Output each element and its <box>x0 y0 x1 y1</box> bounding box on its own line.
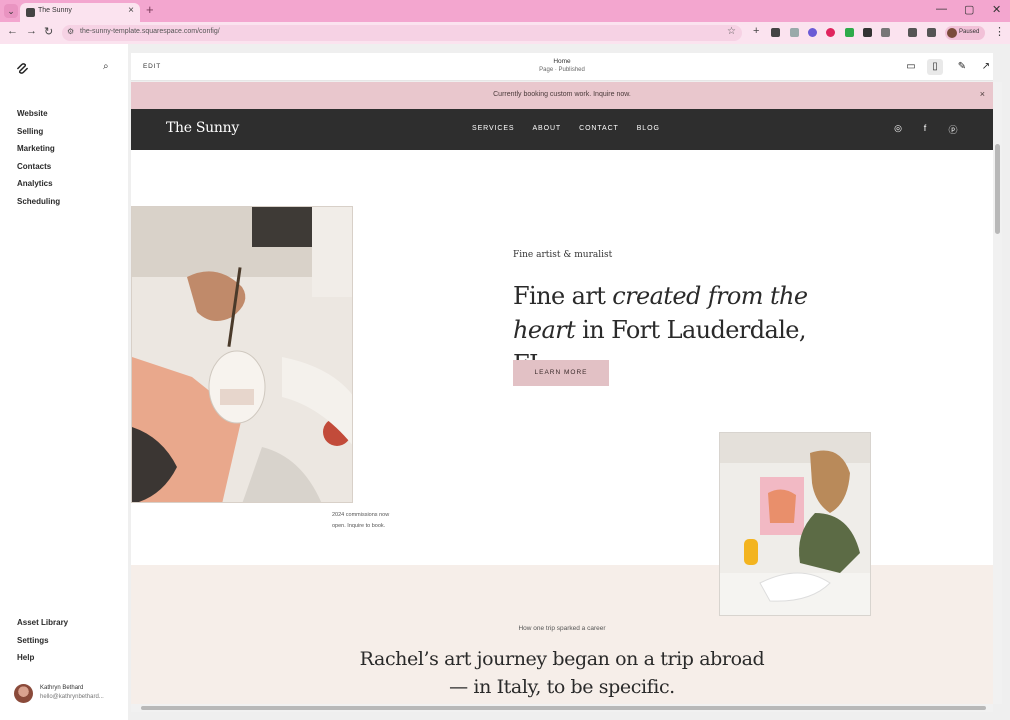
open-external-icon[interactable]: ↗ <box>978 59 994 75</box>
nav-link-blog[interactable]: BLOG <box>637 125 660 132</box>
nav-link-services[interactable]: SERVICES <box>472 125 514 132</box>
close-tab-icon[interactable]: × <box>128 5 134 16</box>
page-name: Home <box>553 58 571 65</box>
browser-menu-icon[interactable]: ⋮ <box>994 25 1005 38</box>
site-info-icon[interactable]: ⚙ <box>67 27 74 36</box>
extension-plus-icon[interactable]: + <box>753 25 759 37</box>
sidebar-item-selling[interactable]: Selling <box>17 126 60 144</box>
story-eyebrow: How one trip sparked a career <box>518 625 606 632</box>
artist-photo-art <box>720 433 870 615</box>
desktop-view-icon[interactable]: ▭ <box>903 59 919 75</box>
avatar <box>14 684 33 703</box>
story-heading-line-2: — in Italy, to be specific. <box>449 676 675 698</box>
site-preview: Currently booking custom work. Inquire n… <box>131 82 993 704</box>
extensions-puzzle-icon[interactable] <box>881 28 890 37</box>
story-heading: Rachel’s art journey began on a trip abr… <box>131 645 993 701</box>
user-account[interactable]: Kathryn Bethard hello@kathrynbethard... <box>14 683 124 705</box>
new-tab-icon[interactable]: + <box>146 2 154 17</box>
forward-icon[interactable]: → <box>26 25 37 37</box>
sidebar-item-marketing[interactable]: Marketing <box>17 143 60 161</box>
back-icon[interactable]: ← <box>7 25 18 37</box>
editor-toolbar: EDIT Home Page · Published ▭ ▯ ✎ ↗ <box>131 53 993 81</box>
maximize-icon[interactable]: ▢ <box>964 3 974 16</box>
extension-gear-icon[interactable] <box>808 28 817 37</box>
profile-status: Paused <box>959 29 980 35</box>
user-email: hello@kathrynbethard... <box>40 694 104 700</box>
hero-image-artist[interactable] <box>719 432 871 616</box>
sidebar-main-nav: Website Selling Marketing Contacts Analy… <box>17 108 60 213</box>
extension-pinterest-icon[interactable] <box>826 28 835 37</box>
extension-grid-icon[interactable] <box>771 28 780 37</box>
headline-part-1: Fine art <box>513 282 613 310</box>
announcement-bar[interactable]: Currently booking custom work. Inquire n… <box>131 82 993 109</box>
squarespace-favicon-icon <box>26 8 35 17</box>
sidebar-item-scheduling[interactable]: Scheduling <box>17 196 60 214</box>
profile-avatar <box>947 28 957 38</box>
search-icon[interactable]: ⌕ <box>103 61 109 72</box>
site-header: The Sunny SERVICES ABOUT CONTACT BLOG ◎ … <box>131 109 993 150</box>
site-styles-icon[interactable]: ✎ <box>954 59 970 75</box>
painting-photo-art <box>132 207 352 502</box>
sidebar-item-asset-library[interactable]: Asset Library <box>17 617 68 635</box>
side-panel-icon[interactable] <box>927 28 936 37</box>
horizontal-scroll-thumb[interactable] <box>141 706 986 710</box>
sidebar-item-analytics[interactable]: Analytics <box>17 178 60 196</box>
horizontal-scrollbar[interactable] <box>131 704 993 712</box>
user-name: Kathryn Bethard <box>40 685 84 691</box>
caption-line-2: open. Inquire to book. <box>332 523 386 529</box>
facebook-icon[interactable]: f <box>919 123 931 133</box>
extension-camera-icon[interactable] <box>790 28 799 37</box>
nav-link-about[interactable]: ABOUT <box>532 125 561 132</box>
caption-line-1: 2024 commissions now <box>332 512 390 518</box>
sidebar-bottom-nav: Asset Library Settings Help <box>17 617 68 670</box>
pinterest-icon[interactable]: ⓟ <box>947 123 959 136</box>
squarespace-logo-icon[interactable] <box>16 62 29 75</box>
mobile-view-icon[interactable]: ▯ <box>927 59 943 75</box>
sidebar-item-help[interactable]: Help <box>17 652 68 670</box>
hero-image-painting[interactable] <box>131 206 353 503</box>
learn-more-button[interactable]: LEARN MORE <box>513 360 609 386</box>
download-icon[interactable] <box>908 28 917 37</box>
page-status: Page · Published <box>539 67 585 73</box>
minimize-icon[interactable]: — <box>936 3 947 15</box>
sidebar-item-website[interactable]: Website <box>17 108 60 126</box>
announcement-text: Currently booking custom work. Inquire n… <box>493 91 631 98</box>
site-logo[interactable]: The Sunny <box>166 120 239 136</box>
close-window-icon[interactable]: ✕ <box>992 3 1001 16</box>
tab-title: The Sunny <box>38 7 72 14</box>
profile-button[interactable]: Paused <box>945 26 985 40</box>
site-nav: SERVICES ABOUT CONTACT BLOG <box>472 125 660 132</box>
story-heading-line-1: Rachel’s art journey began on a trip abr… <box>359 648 765 670</box>
sidebar-item-settings[interactable]: Settings <box>17 635 68 653</box>
extension-dark-icon[interactable] <box>863 28 872 37</box>
browser-toolbar: ← → ↻ ⚙ the-sunny-template.squarespace.c… <box>0 22 1010 44</box>
browser-tab-bar: ⌄ The Sunny × + — ▢ ✕ <box>0 0 1010 22</box>
instagram-icon[interactable]: ◎ <box>892 123 904 134</box>
vertical-scrollbar[interactable] <box>993 82 1002 704</box>
nav-link-contact[interactable]: CONTACT <box>579 125 619 132</box>
hero-eyebrow: Fine artist & muralist <box>513 250 613 260</box>
browser-tab[interactable]: The Sunny × <box>20 3 140 22</box>
reload-icon[interactable]: ↻ <box>44 25 53 38</box>
address-bar[interactable]: ⚙ the-sunny-template.squarespace.com/con… <box>62 25 742 41</box>
squarespace-sidebar: ⌕ Website Selling Marketing Contacts Ana… <box>0 44 128 720</box>
vertical-scroll-thumb[interactable] <box>995 144 1000 234</box>
url-text: the-sunny-template.squarespace.com/confi… <box>80 28 220 35</box>
extension-green-icon[interactable] <box>845 28 854 37</box>
hero-caption: 2024 commissions now open. Inquire to bo… <box>332 510 389 532</box>
tab-search-chevron-icon[interactable]: ⌄ <box>4 4 18 18</box>
close-icon[interactable]: × <box>980 89 985 99</box>
bookmark-star-icon[interactable]: ☆ <box>727 26 736 37</box>
sidebar-item-contacts[interactable]: Contacts <box>17 161 60 179</box>
